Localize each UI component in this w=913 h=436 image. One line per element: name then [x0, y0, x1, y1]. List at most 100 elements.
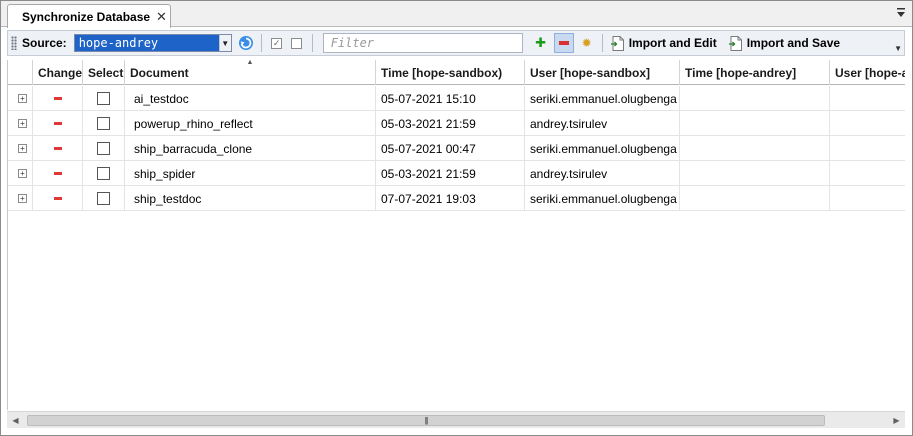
column-header-user-andrey[interactable]: User [hope-a [830, 60, 905, 85]
tab-title: Synchronize Database [22, 9, 151, 24]
source-value: hope-andrey [74, 35, 219, 51]
time-sandbox-cell: 05-03-2021 21:59 [376, 111, 525, 136]
column-header-time-sandbox[interactable]: Time [hope-sandbox) [376, 60, 525, 85]
user-sandbox-cell: andrey.tsirulev [525, 111, 680, 136]
table-row[interactable]: + powerup_rhino_reflect 05-03-2021 21:59… [8, 111, 905, 136]
select-cell [83, 186, 125, 211]
toolbar-grip[interactable] [11, 36, 17, 50]
time-andrey-cell [680, 161, 830, 186]
change-removed-icon [53, 122, 62, 125]
expand-cell: + [8, 186, 33, 211]
user-sandbox-cell: andrey.tsirulev [525, 161, 680, 186]
change-cell [33, 186, 83, 211]
change-cell [33, 136, 83, 161]
table-row[interactable]: + ship_testdoc 07-07-2021 19:03 seriki.e… [8, 186, 905, 211]
user-sandbox-cell: seriki.emmanuel.olugbenga [525, 186, 680, 211]
documents-grid: Change Select ▲ Document Time [hope-sand… [7, 60, 905, 410]
column-header-document-label: Document [130, 65, 189, 80]
user-andrey-cell [830, 86, 905, 111]
minus-icon [558, 41, 569, 45]
select-cell [83, 111, 125, 136]
expand-plus-icon[interactable]: + [18, 144, 27, 153]
select-checkbox[interactable] [97, 117, 110, 130]
change-removed-icon [53, 147, 62, 150]
close-icon[interactable]: ✕ [156, 10, 167, 23]
source-label: Source: [22, 36, 67, 50]
column-header-time-andrey[interactable]: Time [hope-andrey] [680, 60, 830, 85]
tab-menu-icon[interactable] [896, 7, 906, 19]
user-sandbox-cell: seriki.emmanuel.olugbenga [525, 136, 680, 161]
change-cell [33, 86, 83, 111]
select-checkbox[interactable] [97, 142, 110, 155]
time-sandbox-cell: 05-03-2021 21:59 [376, 161, 525, 186]
source-dropdown[interactable]: hope-andrey ▼ [73, 34, 232, 52]
scrollbar-track[interactable]: ||| [24, 412, 888, 429]
scroll-left-arrow-icon[interactable]: ◀ [7, 412, 24, 429]
column-header-expand[interactable] [8, 60, 33, 85]
time-andrey-cell [680, 86, 830, 111]
import-and-edit-button[interactable]: Import and Edit [608, 33, 720, 53]
toolbar-separator [260, 34, 262, 52]
expand-plus-icon[interactable]: + [18, 169, 27, 178]
expand-plus-icon[interactable]: + [18, 194, 27, 203]
time-sandbox-cell: 05-07-2021 15:10 [376, 86, 525, 111]
changed-button[interactable]: ✹ [577, 33, 597, 53]
time-sandbox-cell: 07-07-2021 19:03 [376, 186, 525, 211]
time-andrey-cell [680, 186, 830, 211]
time-andrey-cell [680, 136, 830, 161]
horizontal-scrollbar[interactable]: ◀ ||| ▶ [7, 411, 905, 428]
document-cell: powerup_rhino_reflect [125, 111, 376, 136]
column-header-change[interactable]: Change [33, 60, 83, 85]
select-cell [83, 161, 125, 186]
time-andrey-cell [680, 111, 830, 136]
synchronize-database-window: Synchronize Database ✕ Source: hope-andr… [0, 0, 913, 436]
checked-box-icon: ✓ [271, 37, 283, 49]
document-cell: ship_barracuda_clone [125, 136, 376, 161]
select-checkbox[interactable] [97, 167, 110, 180]
select-checkbox[interactable] [97, 92, 110, 105]
scrollbar-grip-icon: ||| [424, 415, 428, 425]
toolbar-separator [601, 34, 603, 52]
document-cell: ship_testdoc [125, 186, 376, 211]
expand-cell: + [8, 86, 33, 111]
select-cell [83, 136, 125, 161]
expand-cell: + [8, 111, 33, 136]
select-none-button[interactable] [287, 33, 307, 53]
refresh-button[interactable] [236, 33, 256, 53]
change-removed-icon [53, 97, 62, 100]
user-andrey-cell [830, 111, 905, 136]
user-andrey-cell [830, 161, 905, 186]
table-row[interactable]: + ai_testdoc 05-07-2021 15:10 seriki.emm… [8, 86, 905, 111]
column-header-select[interactable]: Select [83, 60, 125, 85]
user-sandbox-cell: seriki.emmanuel.olugbenga [525, 86, 680, 111]
grid-header: Change Select ▲ Document Time [hope-sand… [8, 60, 905, 85]
sort-ascending-icon: ▲ [246, 60, 254, 66]
filter-input[interactable] [322, 33, 523, 53]
remove-button[interactable] [553, 33, 574, 53]
chevron-down-icon[interactable]: ▼ [218, 35, 231, 51]
select-checkbox[interactable] [97, 192, 110, 205]
column-header-user-sandbox[interactable]: User [hope-sandbox] [525, 60, 680, 85]
import-document-icon [728, 35, 742, 51]
user-andrey-cell [830, 186, 905, 211]
import-and-save-button[interactable]: Import and Save [726, 33, 843, 53]
scrollbar-thumb[interactable]: ||| [27, 414, 825, 426]
document-cell: ship_spider [125, 161, 376, 186]
select-all-button[interactable]: ✓ [267, 33, 287, 53]
expand-plus-icon[interactable]: + [18, 94, 27, 103]
table-row[interactable]: + ship_barracuda_clone 05-07-2021 00:47 … [8, 136, 905, 161]
gear-icon: ✹ [581, 36, 592, 50]
table-row[interactable]: + ship_spider 05-03-2021 21:59 andrey.ts… [8, 161, 905, 186]
change-cell [33, 111, 83, 136]
user-andrey-cell [830, 136, 905, 161]
plus-icon: ✚ [535, 35, 547, 50]
import-document-icon [610, 35, 624, 51]
expand-plus-icon[interactable]: + [18, 119, 27, 128]
add-button[interactable]: ✚ [531, 33, 551, 53]
column-header-document[interactable]: ▲ Document [125, 60, 376, 85]
tab-synchronize-database[interactable]: Synchronize Database ✕ [7, 4, 171, 28]
document-cell: ai_testdoc [125, 86, 376, 111]
tab-strip: Synchronize Database ✕ [1, 1, 912, 28]
scroll-right-arrow-icon[interactable]: ▶ [888, 412, 905, 429]
toolbar-overflow-icon[interactable]: ▼ [894, 44, 902, 53]
